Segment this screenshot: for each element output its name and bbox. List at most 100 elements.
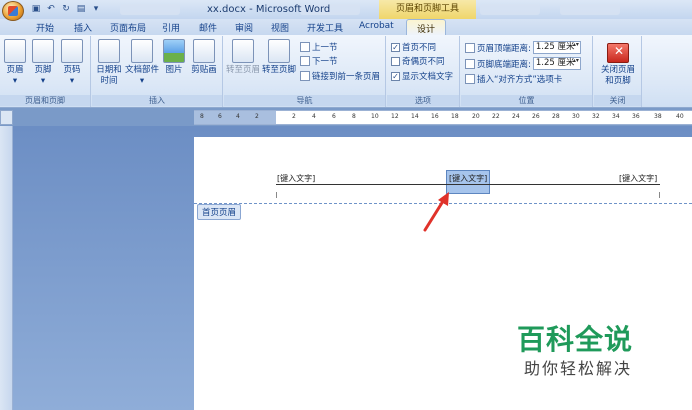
footer-distance-row: 页脚底端距离: 1.25 厘米 xyxy=(465,57,581,70)
alignment-tab-icon xyxy=(465,74,475,84)
ruler-number: 30 xyxy=(572,113,580,120)
ruler-number: 6 xyxy=(332,113,336,120)
close-header-footer-button[interactable]: 关闭页眉 和页脚 xyxy=(596,39,640,87)
header-text-left[interactable]: [键入文字] xyxy=(277,173,315,184)
goto-footer-button[interactable]: 转至页脚 xyxy=(262,39,296,76)
tab-insert[interactable]: 插入 xyxy=(74,21,92,34)
customize-qat-icon[interactable]: ▾ xyxy=(90,3,102,15)
first-page-different-checkbox[interactable]: ✓ 首页不同 xyxy=(391,41,436,53)
window-title: xx.docx - Microsoft Word xyxy=(207,4,331,15)
tab-home[interactable]: 开始 xyxy=(36,21,54,34)
ruler-number: 16 xyxy=(431,113,439,120)
horizontal-ruler[interactable]: 8 6 4 2 2 4 6 8 10 12 14 16 18 20 22 24 … xyxy=(194,110,692,125)
ruler-number: 4 xyxy=(236,113,240,120)
next-section-icon xyxy=(300,56,310,66)
vertical-ruler[interactable] xyxy=(0,126,13,410)
group-label: 位置 xyxy=(461,95,592,106)
print-preview-icon[interactable]: ▤ xyxy=(75,3,87,15)
calendar-icon xyxy=(98,39,120,63)
tab-page-layout[interactable]: 页面布局 xyxy=(110,21,146,34)
tab-view[interactable]: 视图 xyxy=(271,21,289,34)
tab-review[interactable]: 审阅 xyxy=(235,21,253,34)
ruler-toggle[interactable] xyxy=(0,110,13,125)
group-insert: 日期和 时间 文档部件 ▾ 图片 剪贴画 插入 xyxy=(92,36,223,107)
quick-parts-icon xyxy=(131,39,153,63)
ruler-number: 6 xyxy=(218,113,222,120)
header-text-right[interactable]: [键入文字] xyxy=(619,173,657,184)
header-button[interactable]: 页眉 ▾ xyxy=(3,39,27,87)
link-to-previous-button[interactable]: 链接到前一条页眉 xyxy=(300,70,380,82)
header-distance-row: 页眉顶端距离: 1.25 厘米 xyxy=(465,41,581,54)
group-label: 导航 xyxy=(224,95,385,106)
ruler-number: 26 xyxy=(532,113,540,120)
save-icon[interactable]: ▣ xyxy=(30,3,42,15)
group-label: 关闭 xyxy=(594,95,641,106)
ruler-number: 14 xyxy=(411,113,419,120)
odd-even-different-checkbox[interactable]: 奇偶页不同 xyxy=(391,55,445,67)
blurred-taskbar-tab xyxy=(120,4,180,15)
checkbox-unchecked xyxy=(391,56,400,66)
clip-art-button[interactable]: 剪贴画 xyxy=(189,39,219,76)
title-bar: ▣ ↶ ↻ ▤ ▾ xx.docx - Microsoft Word 页眉和页脚… xyxy=(0,0,692,19)
blurred-taskbar-tab xyxy=(560,4,620,15)
footer-distance-icon xyxy=(465,58,475,69)
clip-art-icon xyxy=(193,39,215,63)
footer-icon xyxy=(32,39,54,63)
undo-icon[interactable]: ↶ xyxy=(45,3,57,15)
blurred-taskbar-tab xyxy=(480,4,540,15)
insert-alignment-tab-button[interactable]: 插入“对齐方式”选项卡 xyxy=(465,73,562,85)
group-position: 页眉顶端距离:1.25 厘米 页脚底端距离:1.25 厘米 插入“对齐方式”选项… xyxy=(461,36,593,107)
footer-distance-input[interactable]: 1.25 厘米 xyxy=(532,57,581,70)
link-icon xyxy=(300,71,310,81)
tab-acrobat[interactable]: Acrobat xyxy=(359,21,394,31)
tab-references[interactable]: 引用 xyxy=(162,21,180,34)
picture-icon xyxy=(163,39,185,63)
margin-mark xyxy=(276,192,277,198)
ribbon-tabs: 开始 插入 页面布局 引用 邮件 审阅 视图 开发工具 Acrobat 设计 xyxy=(0,19,692,35)
ruler-number: 2 xyxy=(292,113,296,120)
tab-developer[interactable]: 开发工具 xyxy=(307,21,343,34)
group-close: 关闭页眉 和页脚 关闭 xyxy=(594,36,642,107)
watermark-title: 百科全说 xyxy=(517,323,634,356)
goto-header-button[interactable]: 转至页眉 xyxy=(226,39,260,76)
previous-section-button[interactable]: 上一节 xyxy=(300,41,338,53)
picture-button[interactable]: 图片 xyxy=(162,39,186,76)
ruler-number: 24 xyxy=(512,113,520,120)
group-label: 插入 xyxy=(92,95,222,106)
margin-mark xyxy=(659,192,660,198)
tab-mailings[interactable]: 邮件 xyxy=(199,21,217,34)
quick-parts-button[interactable]: 文档部件 ▾ xyxy=(125,39,159,87)
previous-section-icon xyxy=(300,42,310,52)
checkbox-checked: ✓ xyxy=(391,71,400,81)
page-number-button[interactable]: 页码 ▾ xyxy=(60,39,84,87)
group-navigation: 转至页眉 转至页脚 上一节 下一节 链接到前一条页眉 导航 xyxy=(224,36,386,107)
header-distance-input[interactable]: 1.25 厘米 xyxy=(532,41,581,54)
ruler-number: 32 xyxy=(592,113,600,120)
ruler-number: 10 xyxy=(371,113,379,120)
header-distance-icon xyxy=(465,42,475,53)
context-tool-title: 页眉和页脚工具 xyxy=(379,0,476,19)
ribbon: 页眉 ▾ 页脚 ▾ 页码 ▾ 页眉和页脚 日期和 时间 文档部件 ▾ 图片 剪贴画 插入… xyxy=(0,35,692,108)
checkbox-checked: ✓ xyxy=(391,42,400,52)
ruler-number: 38 xyxy=(654,113,662,120)
close-icon xyxy=(607,43,629,63)
ruler-number: 4 xyxy=(312,113,316,120)
date-time-button[interactable]: 日期和 时间 xyxy=(95,39,123,87)
footer-button[interactable]: 页脚 ▾ xyxy=(31,39,55,87)
ruler-number: 28 xyxy=(552,113,560,120)
next-section-button[interactable]: 下一节 xyxy=(300,55,338,67)
red-arrow-icon xyxy=(423,192,449,232)
group-label: 选项 xyxy=(387,95,459,106)
header-underline xyxy=(276,184,660,185)
header-icon xyxy=(4,39,26,63)
ruler-number: 18 xyxy=(451,113,459,120)
redo-icon[interactable]: ↻ xyxy=(60,3,72,15)
office-button[interactable] xyxy=(2,1,24,21)
group-options: ✓ 首页不同 奇偶页不同 ✓ 显示文档文字 选项 xyxy=(387,36,460,107)
ruler-number: 8 xyxy=(200,113,204,120)
ruler-number: 8 xyxy=(352,113,356,120)
ruler-margin xyxy=(194,111,276,124)
tab-design[interactable]: 设计 xyxy=(406,19,447,35)
show-document-text-checkbox[interactable]: ✓ 显示文档文字 xyxy=(391,70,453,82)
ruler-number: 2 xyxy=(255,113,259,120)
